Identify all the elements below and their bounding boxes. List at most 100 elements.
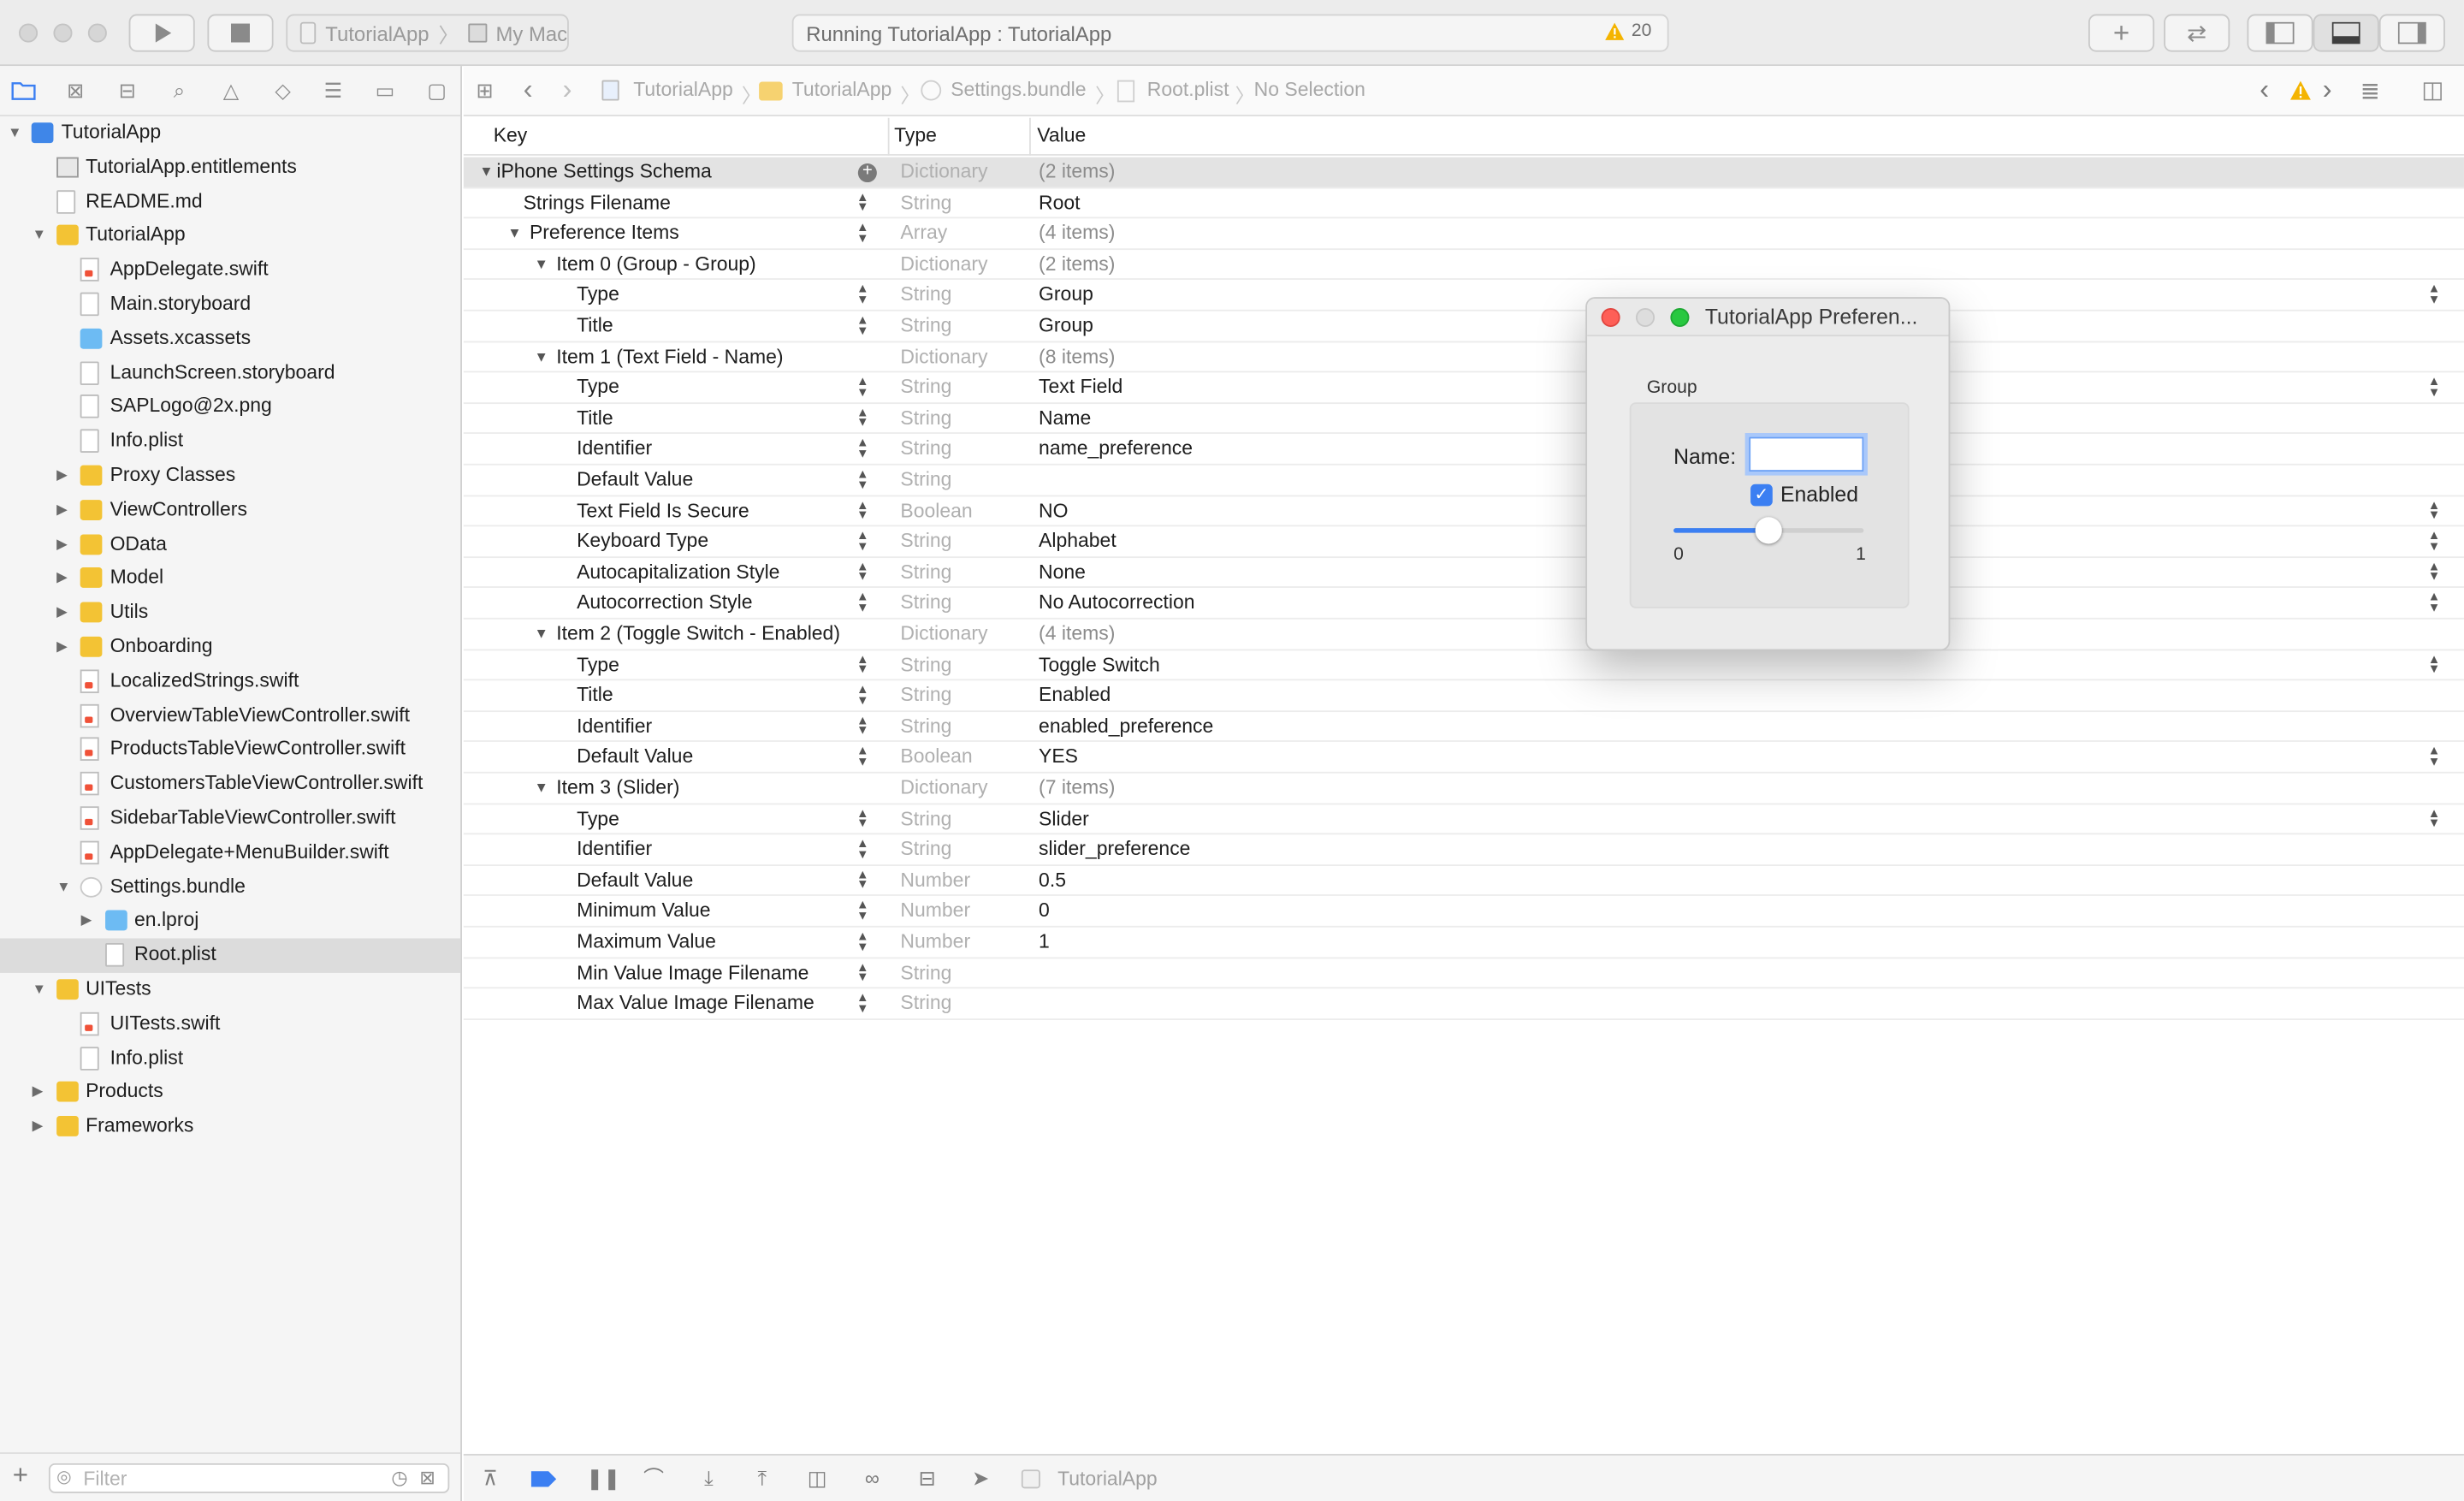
plist-row[interactable]: ▼ Item 3 (Slider) Dictionary (7 items) [463, 774, 2464, 804]
plist-type[interactable]: String [900, 989, 951, 1019]
crumb-project[interactable]: TutorialApp [633, 79, 733, 101]
value-popup-icon[interactable]: ▲ ▼ [2428, 560, 2441, 583]
minimize-window-button[interactable] [53, 23, 73, 43]
plist-value[interactable]: No Autocorrection [1039, 589, 1194, 619]
plist-row[interactable]: Maximum Value ▲ ▼ Number 1 [463, 928, 2464, 958]
run-button[interactable] [128, 14, 195, 52]
plist-row[interactable]: ▼ Item 2 (Toggle Switch - Enabled) Diction… [463, 620, 2464, 650]
tree-item[interactable]: ▼ TutorialApp [0, 219, 460, 253]
key-column-header[interactable]: Key [494, 124, 528, 146]
tree-item[interactable]: Main.storyboard [0, 288, 460, 322]
value-popup-icon[interactable]: ▲ ▼ [2428, 498, 2441, 521]
step-out-icon[interactable]: ⤒ [749, 1467, 774, 1492]
disclosure-closed-icon[interactable]: ▶ [81, 905, 97, 939]
slider-track[interactable] [1673, 517, 1864, 544]
plist-type[interactable]: String [900, 281, 951, 311]
plist-type[interactable]: String [900, 527, 951, 557]
plist-type[interactable]: String [900, 835, 951, 865]
step-over-icon[interactable]: ⌒ [641, 1467, 666, 1492]
disclosure-open-icon[interactable]: ▼ [534, 774, 548, 804]
disclosure-open-icon[interactable]: ▼ [507, 219, 521, 249]
plist-key[interactable]: Autocapitalization Style [577, 558, 779, 588]
warning-icon[interactable] [2289, 80, 2312, 105]
plist-value[interactable]: (8 items) [1039, 342, 1115, 372]
disclosure-open-icon[interactable]: ▼ [33, 973, 48, 1007]
folder-icon[interactable] [11, 79, 36, 104]
search-icon[interactable]: ⌕ [167, 79, 192, 104]
debug-target-label[interactable]: TutorialApp [1057, 1468, 1158, 1490]
crumb-group[interactable]: TutorialApp [792, 79, 892, 101]
disclosure-open-icon[interactable]: ▼ [8, 116, 23, 151]
plist-value[interactable]: Alphabet [1039, 527, 1116, 557]
plist-type[interactable]: String [900, 311, 951, 341]
tree-item[interactable]: UITests.swift [0, 1007, 460, 1041]
value-popup-icon[interactable]: ▲ ▼ [2428, 375, 2441, 398]
plist-key[interactable]: Autocorrection Style [577, 589, 752, 619]
type-column-header[interactable]: Type [894, 124, 937, 146]
plist-value[interactable]: None [1039, 558, 1086, 588]
plist-row[interactable]: Keyboard Type ▲ ▼ String Alphabet ▲ ▼ [463, 527, 2464, 558]
warning-count-badge[interactable]: 20 [1605, 22, 1651, 41]
plist-type[interactable]: String [900, 681, 951, 711]
plist-value[interactable]: slider_preference [1039, 835, 1190, 865]
disclosure-closed-icon[interactable]: ▶ [56, 596, 72, 630]
plist-row[interactable]: Title ▲ ▼ String Name [463, 404, 2464, 435]
tree-item[interactable]: AppDelegate.swift [0, 253, 460, 288]
key-stepper-icon[interactable]: ▲ ▼ [856, 868, 869, 891]
tree-item[interactable]: ▼ UITests [0, 973, 460, 1007]
plist-row[interactable]: ▼ iPhone Settings Schema + Dictionary (2 ite… [463, 157, 2464, 188]
disclosure-closed-icon[interactable]: ▶ [33, 1110, 48, 1144]
plist-row[interactable]: Autocapitalization Style ▲ ▼ String None ▲ ▼ [463, 558, 2464, 589]
code-review-button[interactable]: ⇄ [2164, 14, 2230, 52]
plist-key[interactable]: Title [577, 681, 613, 711]
plist-row[interactable]: Default Value ▲ ▼ Boolean YES ▲ ▼ [463, 743, 2464, 774]
disclosure-open-icon[interactable]: ▼ [56, 870, 72, 905]
key-stepper-icon[interactable]: ▲ ▼ [856, 436, 869, 460]
tree-item[interactable]: ▶ en.lproj [0, 905, 460, 939]
plist-type[interactable]: String [900, 804, 951, 834]
tree-item[interactable]: ▼ Settings.bundle [0, 870, 460, 905]
tree-item[interactable]: ▶ Utils [0, 596, 460, 630]
plist-key[interactable]: Keyboard Type [577, 527, 708, 557]
disclosure-closed-icon[interactable]: ▶ [56, 493, 72, 527]
location-icon[interactable]: ➤ [968, 1467, 992, 1492]
source-control-icon[interactable]: ⊠ [62, 79, 87, 104]
plist-type[interactable]: String [900, 466, 951, 495]
filter-field[interactable]: ◎ Filter ◷ ⊠ [48, 1462, 450, 1493]
plist-row[interactable]: ▼ Item 0 (Group - Group) Dictionary (2 item… [463, 250, 2464, 281]
key-stepper-icon[interactable]: ▲ ▼ [856, 683, 869, 706]
previous-issue-icon[interactable]: ‹ [2260, 74, 2269, 107]
plist-key[interactable]: Preference Items [530, 219, 679, 249]
plist-value[interactable]: Enabled [1039, 681, 1111, 711]
slider-knob[interactable] [1755, 517, 1782, 544]
tree-item[interactable]: README.md [0, 185, 460, 219]
plist-type[interactable]: String [900, 558, 951, 588]
key-stepper-icon[interactable]: ▲ ▼ [856, 899, 869, 922]
plist-key[interactable]: Min Value Image Filename [577, 958, 808, 988]
crumb-file[interactable]: Root.plist [1147, 79, 1229, 101]
key-stepper-icon[interactable]: ▲ ▼ [856, 313, 869, 336]
plist-type[interactable]: String [900, 650, 951, 680]
symbol-navigator-icon[interactable]: ⊟ [115, 79, 139, 104]
close-window-button[interactable] [19, 23, 38, 43]
plist-key[interactable]: Identifier [577, 435, 652, 465]
plist-row[interactable]: Title ▲ ▼ String Group [463, 311, 2464, 342]
plist-row[interactable]: Default Value ▲ ▼ String [463, 466, 2464, 496]
disclosure-closed-icon[interactable]: ▶ [56, 527, 72, 561]
tree-item[interactable]: ▶ OData [0, 527, 460, 561]
plist-type[interactable]: Array [900, 219, 947, 249]
value-popup-icon[interactable]: ▲ ▼ [2428, 590, 2441, 614]
plist-key[interactable]: Minimum Value [577, 897, 711, 927]
tree-item[interactable]: Root.plist [0, 938, 461, 973]
plist-value[interactable]: Root [1039, 188, 1081, 218]
plist-key[interactable]: Default Value [577, 743, 693, 773]
forward-chevron-icon[interactable]: › [563, 74, 572, 107]
plist-value[interactable]: (2 items) [1039, 157, 1115, 187]
plist-value[interactable]: (4 items) [1039, 620, 1115, 650]
tree-item[interactable]: LaunchScreen.storyboard [0, 356, 460, 390]
zoom-window-button[interactable] [87, 23, 107, 43]
tree-item[interactable]: ProductsTableViewController.swift [0, 733, 460, 768]
plist-value[interactable]: NO [1039, 496, 1068, 526]
column-divider[interactable] [1029, 117, 1031, 156]
key-stepper-icon[interactable]: ▲ ▼ [856, 282, 869, 306]
